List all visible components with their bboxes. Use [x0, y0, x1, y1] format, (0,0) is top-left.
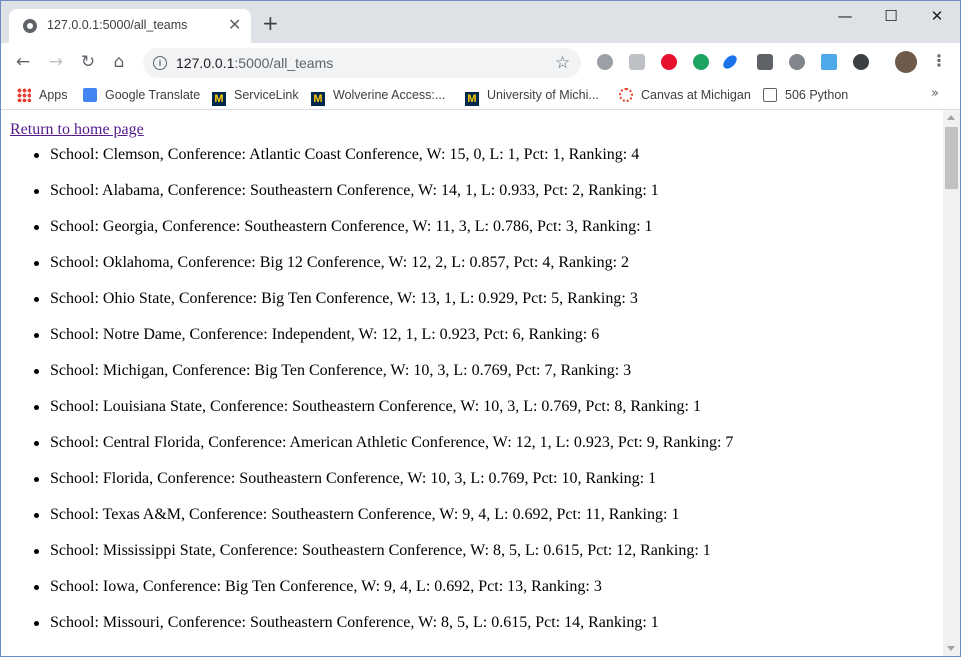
scroll-thumb[interactable]	[945, 127, 958, 189]
extension-icon[interactable]	[693, 54, 709, 70]
new-tab-icon[interactable]: +	[262, 13, 279, 33]
canvas-icon	[619, 88, 633, 102]
browser-window: 127.0.0.1:5000/all_teams ✕ + — ☐ ✕ ← → ↻…	[0, 0, 961, 657]
extension-icon[interactable]	[821, 54, 837, 70]
home-icon[interactable]: ⌂	[108, 51, 130, 73]
bookmark-wolverine-access[interactable]: M Wolverine Access:...	[311, 86, 445, 106]
info-icon[interactable]: i	[153, 56, 167, 70]
address-bar[interactable]: i 127.0.0.1:5000/all_teams ☆	[143, 48, 581, 78]
back-icon[interactable]: ←	[12, 51, 34, 73]
close-window-icon[interactable]: ✕	[917, 5, 957, 27]
list-item: School: Texas A&M, Conference: Southeast…	[33, 506, 733, 542]
list-item: School: Iowa, Conference: Big Ten Confer…	[33, 578, 733, 614]
bookmark-apps[interactable]: Apps	[17, 86, 68, 104]
opera-icon[interactable]	[661, 54, 677, 70]
tab-title: 127.0.0.1:5000/all_teams	[47, 18, 188, 32]
list-item: School: Louisiana State, Conference: Sou…	[33, 398, 733, 434]
vertical-scrollbar[interactable]	[943, 110, 960, 656]
extension-icon[interactable]	[629, 54, 645, 70]
google-translate-icon	[83, 88, 97, 102]
list-item: School: Mississippi State, Conference: S…	[33, 542, 733, 578]
gear-icon[interactable]	[789, 54, 805, 70]
extension-icon[interactable]	[853, 54, 869, 70]
list-item: School: Alabama, Conference: Southeaster…	[33, 182, 733, 218]
michigan-logo-icon: M	[465, 92, 479, 106]
forward-icon[interactable]: →	[45, 51, 67, 73]
bookmarks-bar: Apps Google Translate M ServiceLink M Wolv…	[1, 81, 960, 110]
extension-icon[interactable]	[597, 54, 613, 70]
team-list: School: Clemson, Conference: Atlantic Co…	[1, 146, 733, 650]
list-item: School: Michigan, Conference: Big Ten Co…	[33, 362, 733, 398]
bookmark-google-translate[interactable]: Google Translate	[83, 86, 200, 104]
minimize-icon[interactable]: —	[825, 5, 865, 27]
bookmark-star-icon[interactable]: ☆	[555, 53, 570, 73]
more-bookmarks-icon[interactable]: »	[931, 86, 939, 101]
list-item: School: Clemson, Conference: Atlantic Co…	[33, 146, 733, 182]
bookmark-servicelink[interactable]: M ServiceLink	[212, 86, 299, 106]
reload-icon[interactable]: ↻	[77, 51, 99, 73]
bookmark-canvas[interactable]: Canvas at Michigan	[619, 86, 751, 104]
michigan-logo-icon: M	[311, 92, 325, 106]
list-item: School: Oklahoma, Conference: Big 12 Con…	[33, 254, 733, 290]
url-text[interactable]: 127.0.0.1:5000/all_teams	[176, 55, 333, 71]
close-tab-icon[interactable]: ✕	[228, 16, 241, 34]
list-item: School: Notre Dame, Conference: Independ…	[33, 326, 733, 362]
list-item: School: Ohio State, Conference: Big Ten …	[33, 290, 733, 326]
tab-strip: 127.0.0.1:5000/all_teams ✕ + — ☐ ✕	[1, 1, 960, 43]
more-menu-icon[interactable]: ⋮	[931, 51, 947, 71]
apps-grid-icon	[17, 88, 31, 102]
scroll-down-icon[interactable]	[947, 646, 955, 651]
scroll-up-icon[interactable]	[947, 115, 955, 120]
list-item: School: Florida, Conference: Southeaster…	[33, 470, 733, 506]
page-content: Return to home page School: Clemson, Con…	[1, 110, 943, 656]
browser-tab[interactable]: 127.0.0.1:5000/all_teams ✕	[9, 9, 251, 43]
python-icon	[763, 88, 777, 102]
avatar[interactable]	[895, 51, 917, 73]
bookmark-506-python[interactable]: 506 Python	[763, 86, 848, 104]
michigan-logo-icon: M	[212, 92, 226, 106]
extension-icon[interactable]	[757, 54, 773, 70]
list-item: School: Missouri, Conference: Southeaste…	[33, 614, 733, 650]
list-item: School: Georgia, Conference: Southeaster…	[33, 218, 733, 254]
toolbar: ← → ↻ ⌂ i 127.0.0.1:5000/all_teams ☆ ⋮	[1, 43, 960, 81]
list-item: School: Central Florida, Conference: Ame…	[33, 434, 733, 470]
pen-icon[interactable]	[720, 52, 740, 72]
maximize-icon[interactable]: ☐	[871, 5, 911, 27]
return-home-link[interactable]: Return to home page	[10, 121, 144, 139]
bookmark-university-of-michigan[interactable]: M University of Michi...	[465, 86, 599, 106]
globe-icon	[23, 19, 37, 33]
